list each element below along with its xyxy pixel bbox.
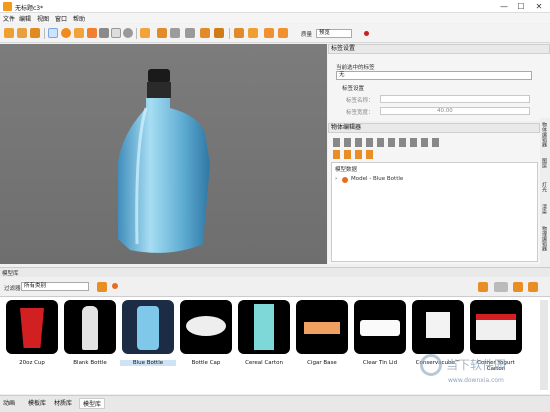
expand-arrow-icon[interactable]: › <box>335 176 337 182</box>
save-icon[interactable] <box>30 28 40 38</box>
object-toolbar-row2[interactable] <box>333 150 373 159</box>
menu-file[interactable]: 文件 <box>3 14 15 23</box>
tag-name-input[interactable] <box>380 95 530 103</box>
import-icon[interactable] <box>234 28 244 38</box>
menu-view[interactable]: 视图 <box>37 14 49 23</box>
shape-icon[interactable] <box>170 28 180 38</box>
library-title: 模型库 <box>2 271 19 277</box>
tree-root: 模型数据 <box>335 167 358 173</box>
tab-lights[interactable]: 灯光 <box>541 182 548 192</box>
quality-label: 质量 <box>301 32 313 38</box>
menu-window[interactable]: 窗口 <box>55 14 67 23</box>
tab-template-library[interactable]: 模板库 <box>28 398 46 407</box>
undo-icon[interactable] <box>264 28 274 38</box>
tag-panel-header: 标签设置 <box>328 44 550 54</box>
record-icon[interactable] <box>364 31 369 36</box>
library-scrollbar[interactable] <box>540 300 548 390</box>
pan-icon[interactable] <box>74 28 84 38</box>
tag-name-label: 标签名称： <box>346 98 374 104</box>
tab-render[interactable]: 渲染 <box>541 204 548 214</box>
window-title: 无标题c3* <box>15 5 44 12</box>
library-category-icon[interactable] <box>97 282 107 292</box>
object-editor-header: 物体编辑器 <box>328 123 540 133</box>
tag-settings-panel: 标签设置 当前选中的标签 无 标签设置 标签名称： 标签宽度： 40.00 <box>328 44 550 121</box>
fit-view-icon[interactable] <box>140 28 150 38</box>
model-thumb-bottle-cap[interactable] <box>180 300 232 354</box>
model-thumb-cup[interactable] <box>6 300 58 354</box>
close-button[interactable]: ✕ <box>531 0 547 13</box>
redo-icon[interactable] <box>278 28 288 38</box>
object-editor-panel: 物体编辑器 模型数据 › Model - Blue Bottle <box>328 123 540 264</box>
tab-layers[interactable]: 图层 <box>541 158 548 168</box>
camera-icon[interactable] <box>99 28 109 38</box>
model-thumb-cigar-base[interactable] <box>296 300 348 354</box>
model-thumb-blank-bottle[interactable] <box>64 300 116 354</box>
model-label: Cereal Carton <box>245 360 283 366</box>
menu-bar: 文件 编辑 视图 窗口 帮助 <box>0 13 550 23</box>
watermark-url: www.downxia.com <box>448 377 504 384</box>
3d-viewport[interactable] <box>0 44 327 264</box>
library-sphere-icon[interactable] <box>112 283 118 289</box>
tag-width-label: 标签宽度： <box>346 110 374 116</box>
current-tag-label: 当前选中的标签 <box>336 65 375 71</box>
library-add-icon[interactable] <box>478 282 488 292</box>
tab-model-library[interactable]: 模型库 <box>79 398 106 409</box>
bottle-render <box>118 69 210 253</box>
render-icon[interactable] <box>248 28 258 38</box>
toolbar: 质量 预览 <box>0 24 550 43</box>
zoom-icon[interactable] <box>61 28 71 38</box>
model-label: 20oz Cup <box>19 360 45 366</box>
library-settings-icon[interactable] <box>513 282 523 292</box>
model-label-selected: Blue Bottle <box>120 360 176 366</box>
tree-item-model[interactable]: Model - Blue Bottle <box>351 176 403 182</box>
library-folder-icon[interactable] <box>494 282 508 292</box>
tab-material-library[interactable]: 材质库 <box>54 398 72 407</box>
model-thumb-cereal-carton[interactable] <box>238 300 290 354</box>
tab-physics[interactable]: 物理编辑器 <box>541 226 548 251</box>
watermark-text: 当下软件园 <box>446 358 507 372</box>
light-icon[interactable] <box>123 28 133 38</box>
open-icon[interactable] <box>17 28 27 38</box>
text-ai-icon[interactable] <box>200 28 210 38</box>
right-tab-strip: 物体编辑器 图层 灯光 渲染 物理编辑器 <box>540 118 550 268</box>
tab-animation[interactable]: 动画 <box>3 398 15 407</box>
model-thumb-conservacube[interactable] <box>412 300 464 354</box>
library-delete-icon[interactable] <box>528 282 538 292</box>
object-toolbar-row1[interactable] <box>333 138 443 147</box>
quality-select[interactable]: 预览 <box>316 29 352 38</box>
select-tool-icon[interactable] <box>48 28 58 38</box>
new-icon[interactable] <box>4 28 14 38</box>
app-icon <box>3 2 12 11</box>
pen-icon[interactable] <box>214 28 224 38</box>
bottom-tab-bar: 动画 模板库 材质库 模型库 <box>0 395 550 412</box>
rotate-icon[interactable] <box>87 28 97 38</box>
model-label: Bottle Cap <box>191 360 221 366</box>
frame-icon[interactable] <box>111 28 121 38</box>
tag-width-input[interactable]: 40.00 <box>380 107 530 115</box>
model-thumb-clear-tin-lid[interactable] <box>354 300 406 354</box>
menu-help[interactable]: 帮助 <box>73 14 85 23</box>
current-tag-select[interactable]: 无 <box>336 71 532 80</box>
tag-section-title: 标签设置 <box>342 86 365 92</box>
maximize-button[interactable]: ☐ <box>513 0 529 13</box>
filter-select[interactable]: 所有类别 <box>21 282 89 291</box>
model-label: Blank Bottle <box>73 360 107 366</box>
add-object-icon[interactable] <box>157 28 167 38</box>
model-label: Clear Tin Lid <box>362 360 398 366</box>
library-header: 模型库 <box>0 267 550 277</box>
menu-edit[interactable]: 编辑 <box>19 14 31 23</box>
model-thumb-yogurt-carton[interactable] <box>470 300 522 354</box>
model-label: Cigar Base <box>307 360 337 366</box>
watermark-logo-icon <box>420 354 442 376</box>
title-bar: 无标题c3* — ☐ ✕ <box>0 0 550 13</box>
model-icon <box>342 177 348 183</box>
tab-object-editor[interactable]: 物体编辑器 <box>541 122 548 147</box>
minimize-button[interactable]: — <box>496 0 512 13</box>
object-tree: 模型数据 › Model - Blue Bottle <box>331 162 538 262</box>
model-thumb-blue-bottle[interactable] <box>122 300 174 354</box>
filter-label: 过滤器 <box>4 286 21 292</box>
star-icon[interactable] <box>185 28 195 38</box>
